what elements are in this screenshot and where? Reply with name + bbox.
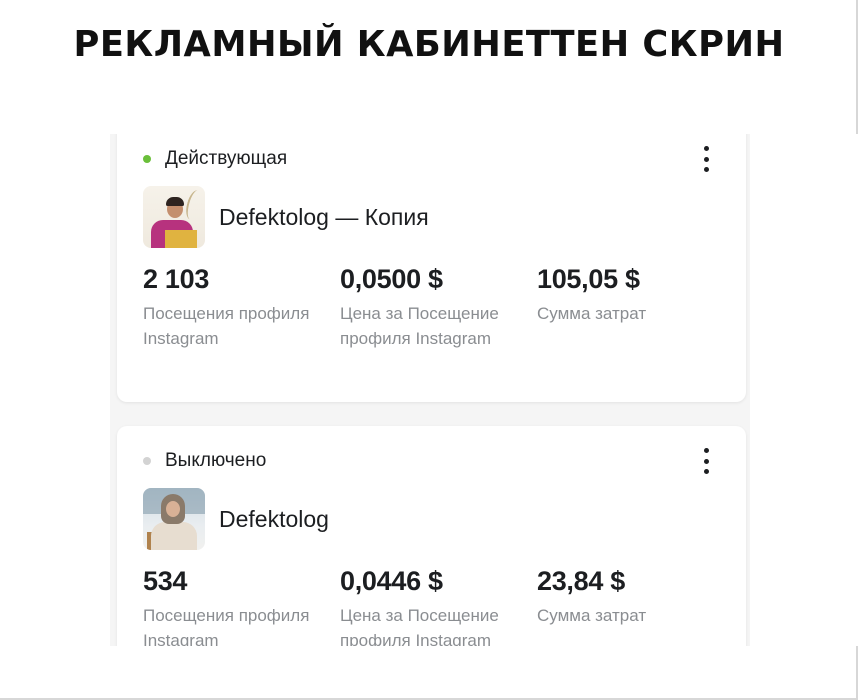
status-label: Действующая	[165, 148, 288, 169]
status-off-dot-icon	[143, 457, 151, 465]
more-vertical-icon[interactable]	[702, 146, 710, 172]
screenshot-left-margin	[0, 134, 110, 646]
metric-label: Цена за Посещение профиля Instagram	[340, 606, 499, 646]
metric-value: 0,0446 $	[340, 566, 443, 596]
metric-label: Посещения профиля Instagram	[143, 304, 310, 348]
campaign-status: Выключено	[143, 450, 266, 472]
metric-cost-per-visit: 0,0500 $ Цена за Посещение профиля Insta…	[340, 264, 537, 351]
ad-row[interactable]: Defektolog — Копия	[143, 186, 429, 248]
status-label: Выключено	[165, 450, 267, 471]
page-headline: РЕКЛАМНЫЙ КАБИНЕТТЕН СКРИН	[73, 24, 785, 65]
metric-profile-visits: 534 Посещения профиля Instagram	[143, 566, 340, 646]
ad-row[interactable]: Defektolog	[143, 488, 329, 550]
screenshot-right-margin	[750, 134, 858, 646]
metric-profile-visits: 2 103 Посещения профиля Instagram	[143, 264, 340, 351]
metric-value: 2 103	[143, 264, 210, 294]
ads-manager-screenshot: Действующая Defektolog — Копия 2 103 Пос…	[0, 134, 858, 646]
metric-value: 23,84 $	[537, 566, 625, 596]
campaign-status: Действующая	[143, 148, 287, 170]
metric-label: Посещения профиля Instagram	[143, 606, 310, 646]
metric-label: Сумма затрат	[537, 304, 647, 323]
ad-name[interactable]: Defektolog — Копия	[219, 204, 429, 231]
metrics-row: 534 Посещения профиля Instagram 0,0446 $…	[143, 566, 734, 646]
metric-amount-spent: 105,05 $ Сумма затрат	[537, 264, 734, 351]
metric-amount-spent: 23,84 $ Сумма затрат	[537, 566, 734, 646]
campaign-card[interactable]: Выключено Defektolog 534 Посещения профи…	[117, 426, 746, 646]
campaign-card[interactable]: Действующая Defektolog — Копия 2 103 Пос…	[117, 134, 746, 402]
metric-cost-per-visit: 0,0446 $ Цена за Посещение профиля Insta…	[340, 566, 537, 646]
ad-name[interactable]: Defektolog	[219, 506, 329, 533]
metric-value: 0,0500 $	[340, 264, 443, 294]
status-active-dot-icon	[143, 155, 151, 163]
metric-label: Цена за Посещение профиля Instagram	[340, 304, 499, 348]
metric-value: 105,05 $	[537, 264, 640, 294]
metrics-row: 2 103 Посещения профиля Instagram 0,0500…	[143, 264, 734, 351]
more-vertical-icon[interactable]	[702, 448, 710, 474]
metric-label: Сумма затрат	[537, 606, 647, 625]
metric-value: 534	[143, 566, 188, 596]
ad-creative-thumbnail	[143, 186, 205, 248]
ad-creative-thumbnail	[143, 488, 205, 550]
